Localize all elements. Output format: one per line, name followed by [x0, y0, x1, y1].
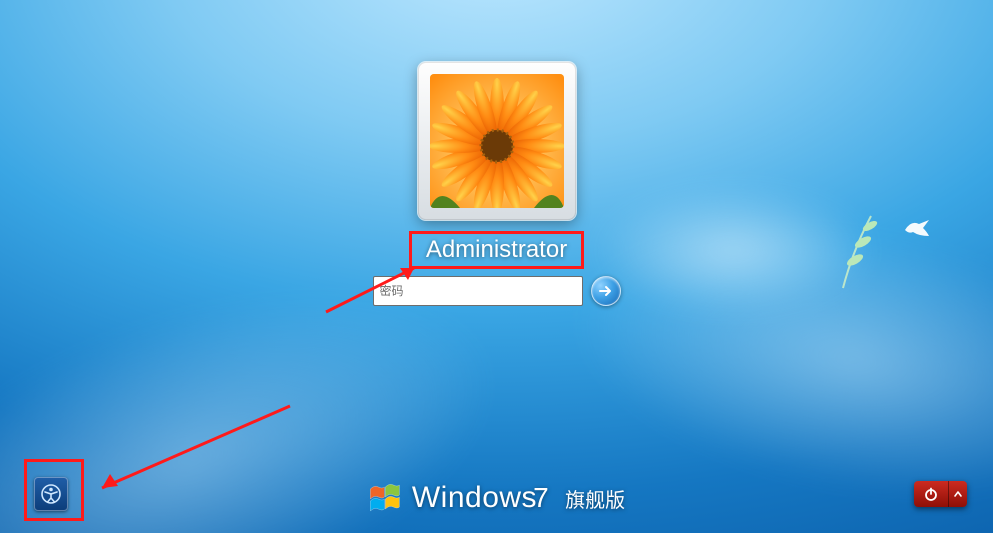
os-edition: 旗舰版 [565, 484, 625, 513]
ease-of-access-icon [40, 483, 62, 505]
bird-decoration [903, 218, 931, 238]
shutdown-options-button[interactable] [949, 481, 967, 507]
os-name-text: Windows [412, 481, 537, 514]
os-branding: Windows7 旗舰版 [368, 481, 625, 515]
password-input[interactable] [373, 276, 583, 306]
arrow-right-icon [598, 283, 614, 299]
login-panel: Administrator [373, 62, 621, 306]
os-version: 7 [533, 482, 549, 513]
os-name: Windows7 [412, 481, 549, 515]
username-label: Administrator [412, 234, 581, 266]
ease-of-access-button[interactable] [34, 477, 68, 511]
user-avatar [430, 74, 564, 208]
leaf-decoration [833, 210, 893, 290]
password-row [373, 276, 621, 306]
user-avatar-frame [418, 62, 576, 220]
power-controls [914, 481, 967, 507]
login-screen: Administrator [0, 0, 993, 533]
submit-button[interactable] [591, 276, 621, 306]
flower-icon [430, 74, 564, 208]
chevron-up-icon [953, 489, 963, 499]
windows-flag-icon [368, 481, 402, 515]
shutdown-button[interactable] [914, 481, 949, 507]
annotation-arrow [86, 400, 296, 500]
power-icon [923, 486, 939, 502]
